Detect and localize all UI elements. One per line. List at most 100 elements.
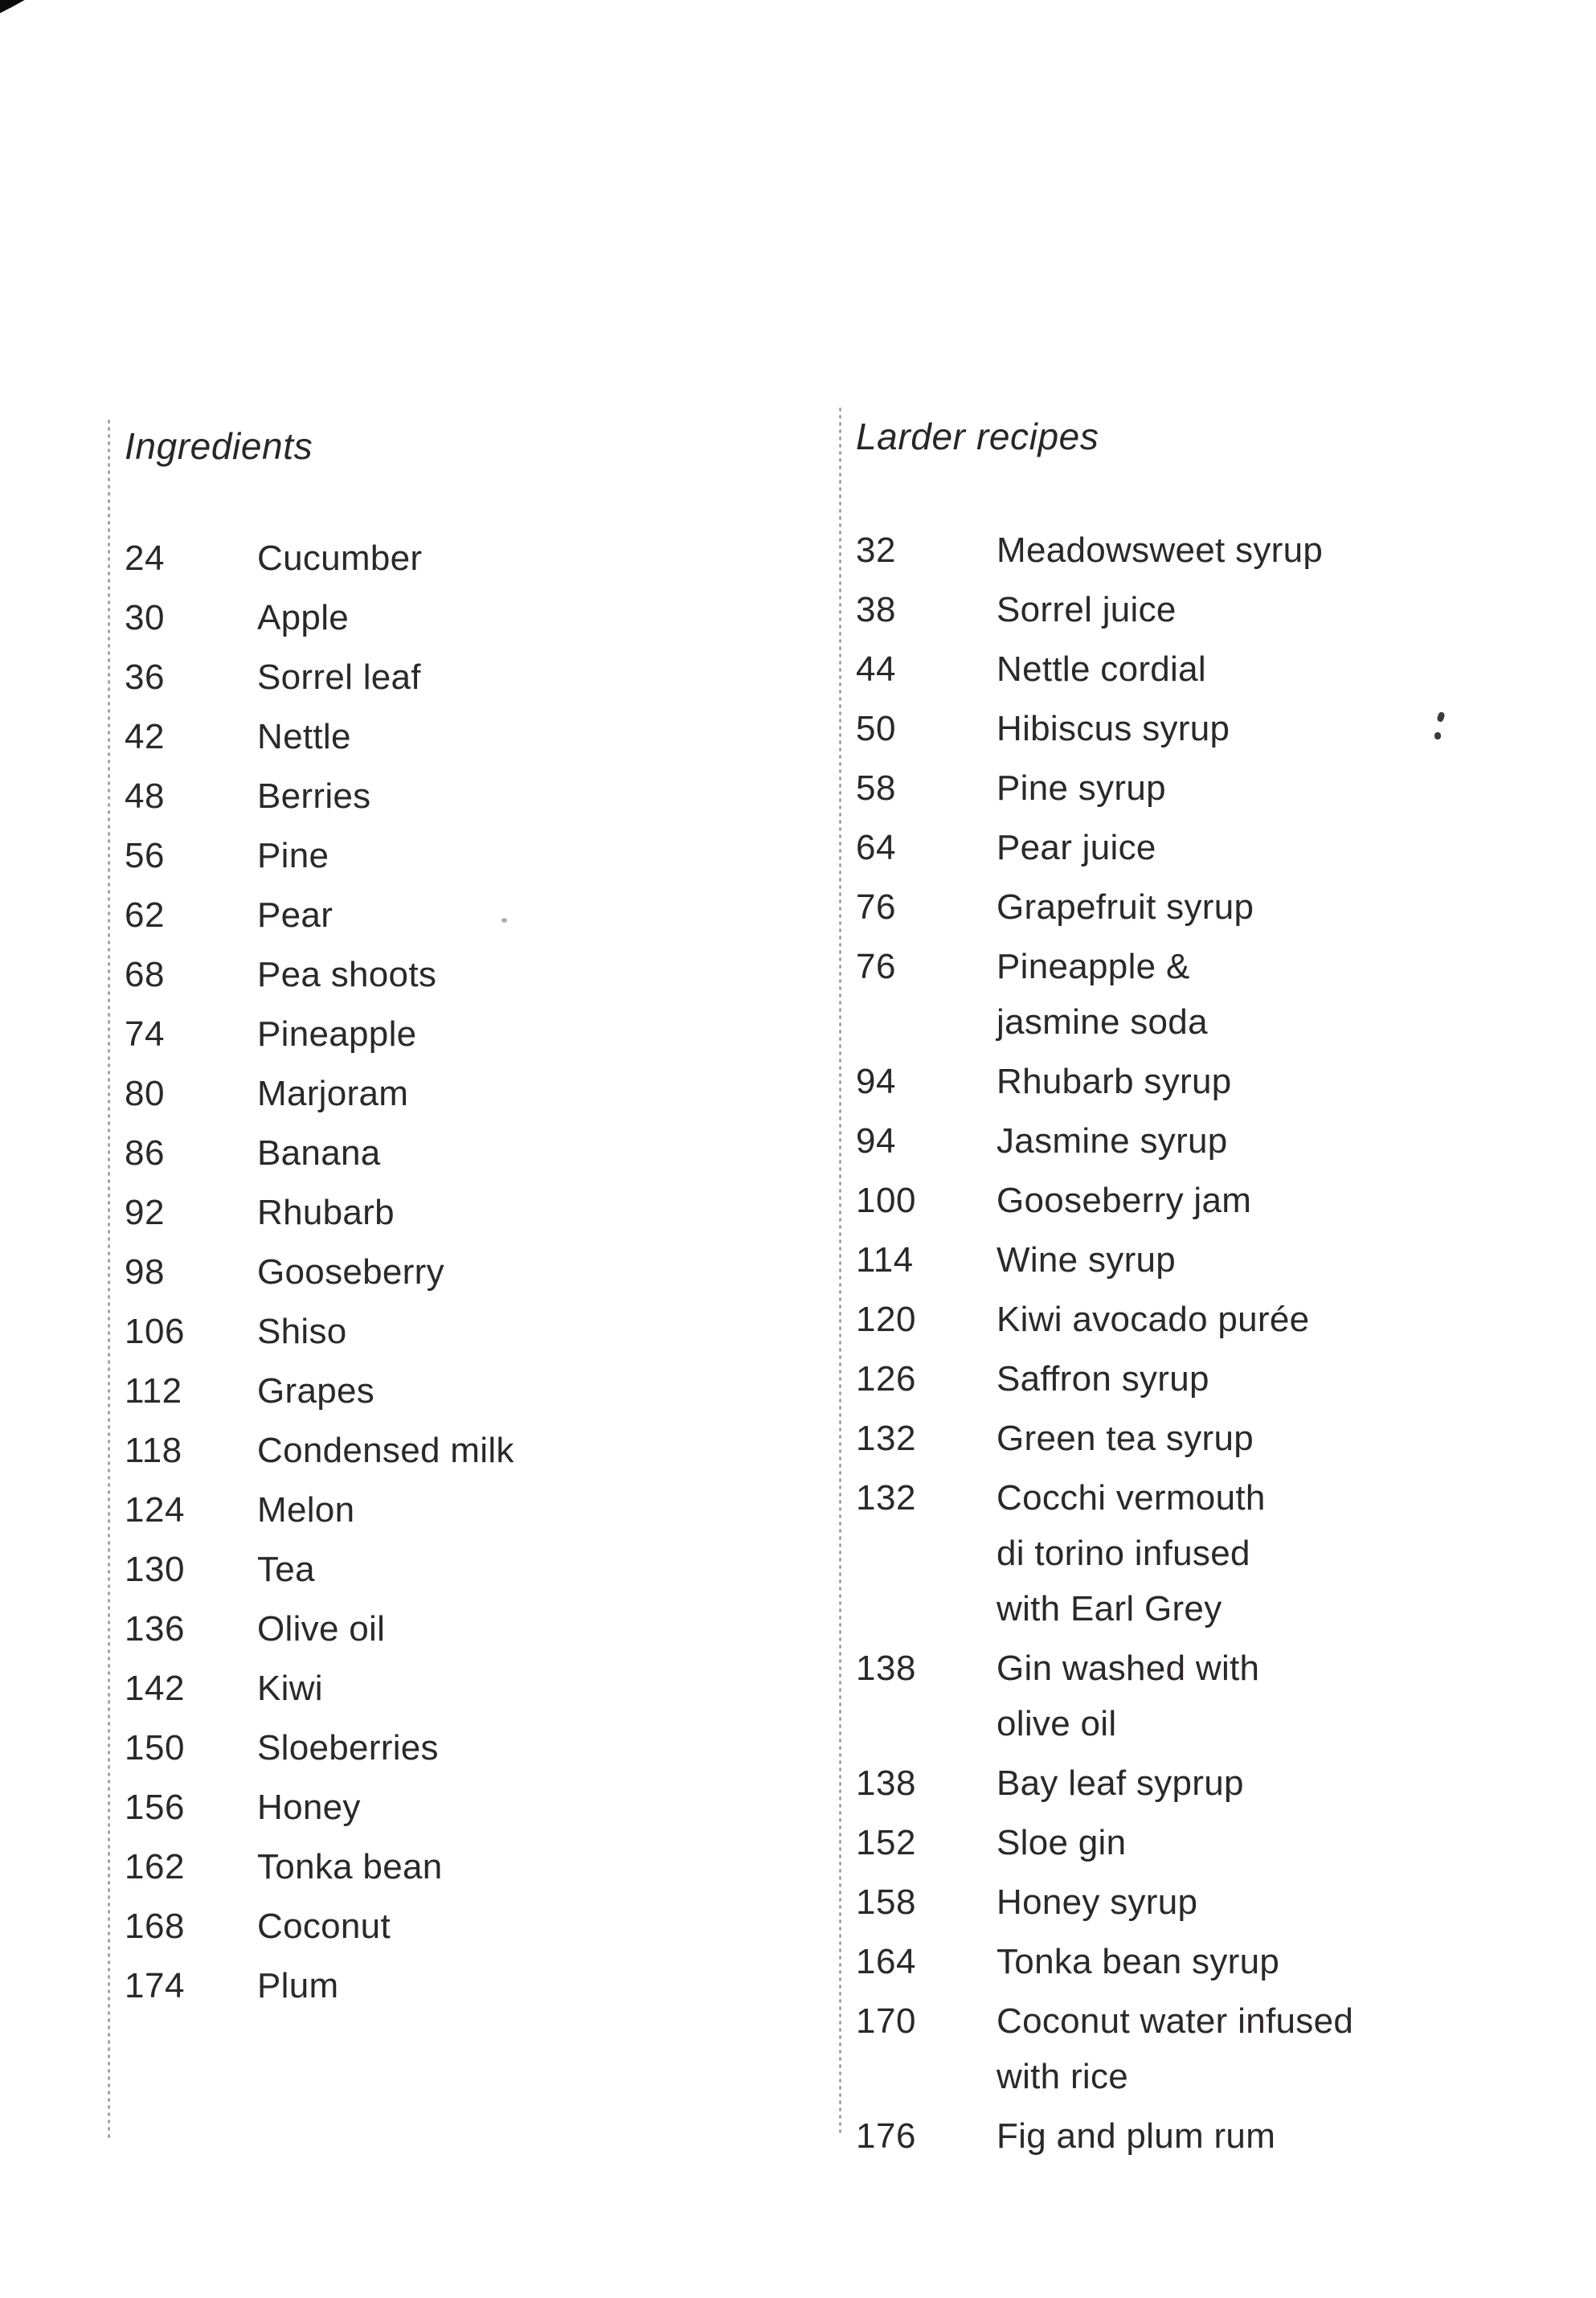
entry-list-ingredients: 24 Cucumber 30 Apple 36 Sorrel leaf 42 Nettle 48… [107, 530, 766, 2017]
entry-title-line: Pea shoots [257, 955, 437, 994]
entry-title-line: Pear juice [996, 828, 1156, 867]
contents-entry[interactable]: 64 Pear juice [838, 820, 1529, 875]
entry-title-line: Cucumber [257, 539, 423, 578]
entry-title: Meadowsweet syrup [996, 522, 1529, 578]
contents-entry[interactable]: 156 Honey [107, 1780, 766, 1835]
entry-title-line: Green tea syrup [996, 1419, 1254, 1458]
contents-entry[interactable]: 138 Gin washed with olive oil [838, 1641, 1529, 1751]
entry-page-number: 132 [856, 1478, 916, 1518]
entry-page-number: 124 [125, 1490, 185, 1530]
entry-title: Pineapple & jasmine soda [996, 939, 1529, 1050]
contents-entry[interactable]: 136 Olive oil [107, 1601, 766, 1657]
entry-title: Sloe gin [996, 1815, 1529, 1870]
contents-entry[interactable]: 94 Rhubarb syrup [838, 1054, 1529, 1109]
entry-title-line: Apple [257, 598, 350, 637]
contents-entry[interactable]: 56 Pine [107, 828, 766, 883]
contents-entry[interactable]: 112 Grapes [107, 1363, 766, 1419]
entry-title: Hibiscus syrup [996, 701, 1529, 756]
entry-title-line: Pineapple [257, 1014, 417, 1054]
contents-entry[interactable]: 80 Marjoram [107, 1066, 766, 1121]
entry-title-line: with rice [996, 2057, 1129, 2096]
contents-entry[interactable]: 170 Coconut water infused with rice [838, 1993, 1529, 2104]
contents-entry[interactable]: 164 Tonka bean syrup [838, 1934, 1529, 1989]
contents-entry[interactable]: 138 Bay leaf syprup [838, 1755, 1529, 1811]
entry-title-line: Marjoram [257, 1074, 409, 1113]
entry-page-number: 158 [856, 1882, 916, 1922]
contents-entry[interactable]: 158 Honey syrup [838, 1874, 1529, 1930]
contents-entry[interactable]: 74 Pineapple [107, 1006, 766, 1062]
contents-entry[interactable]: 62 Pear [107, 887, 766, 943]
contents-entry[interactable]: 92 Rhubarb [107, 1185, 766, 1240]
contents-entry[interactable]: 68 Pea shoots [107, 947, 766, 1002]
contents-entry[interactable]: 32 Meadowsweet syrup [838, 522, 1529, 578]
entry-page-number: 50 [856, 709, 896, 748]
entry-title: Grapefruit syrup [996, 879, 1529, 935]
entry-title-line: Shiso [257, 1312, 347, 1351]
contents-columns: Ingredients 24 Cucumber 30 Apple 36 Sorrel le… [0, 0, 1596, 2298]
contents-entry[interactable]: 174 Plum [107, 1958, 766, 2013]
entry-title: Olive oil [257, 1601, 766, 1657]
entry-title-line: Wine syrup [996, 1240, 1177, 1280]
entry-page-number: 92 [125, 1193, 165, 1232]
entry-title-line: Fig and plum rum [996, 2116, 1276, 2156]
entry-page-number: 68 [125, 955, 165, 994]
entry-title-line: Honey [257, 1788, 361, 1827]
contents-entry[interactable]: 50 Hibiscus syrup [838, 701, 1529, 756]
entry-page-number: 48 [125, 776, 165, 816]
contents-entry[interactable]: 118 Condensed milk [107, 1423, 766, 1478]
entry-title: Plum [257, 1958, 766, 2013]
entry-title-line: Nettle cordial [996, 649, 1206, 689]
entry-title: Grapes [257, 1363, 766, 1419]
entry-page-number: 136 [125, 1609, 185, 1649]
entry-title: Cucumber [257, 530, 766, 586]
contents-entry[interactable]: 86 Banana [107, 1125, 766, 1181]
contents-entry[interactable]: 120 Kiwi avocado purée [838, 1292, 1529, 1347]
contents-entry[interactable]: 58 Pine syrup [838, 760, 1529, 816]
entry-title: Cocchi vermouth di torino infused with Ear… [996, 1470, 1529, 1636]
entry-title-line: Jasmine syrup [996, 1121, 1228, 1161]
contents-entry[interactable]: 168 Coconut [107, 1899, 766, 1954]
entry-title-line: Gin washed with [996, 1649, 1260, 1688]
contents-entry[interactable]: 98 Gooseberry [107, 1244, 766, 1300]
contents-entry[interactable]: 124 Melon [107, 1482, 766, 1538]
contents-entry[interactable]: 100 Gooseberry jam [838, 1173, 1529, 1228]
contents-entry[interactable]: 152 Sloe gin [838, 1815, 1529, 1870]
entry-title-line: Cocchi vermouth [996, 1478, 1266, 1518]
entry-title: Nettle cordial [996, 641, 1529, 697]
contents-entry[interactable]: 94 Jasmine syrup [838, 1113, 1529, 1169]
entry-page-number: 76 [856, 947, 896, 986]
contents-entry[interactable]: 150 Sloeberries [107, 1720, 766, 1776]
entry-page-number: 80 [125, 1074, 165, 1113]
entry-title: Nettle [257, 709, 766, 764]
entry-list-larder-recipes: 32 Meadowsweet syrup 38 Sorrel juice 44 Nettl… [838, 522, 1529, 2168]
entry-title-line: Grapefruit syrup [996, 887, 1254, 927]
entry-page-number: 174 [125, 1966, 185, 2005]
contents-entry[interactable]: 176 Fig and plum rum [838, 2108, 1529, 2164]
contents-entry[interactable]: 114 Wine syrup [838, 1232, 1529, 1288]
contents-entry[interactable]: 132 Green tea syrup [838, 1411, 1529, 1466]
contents-entry[interactable]: 38 Sorrel juice [838, 582, 1529, 637]
contents-entry[interactable]: 30 Apple [107, 590, 766, 645]
contents-entry[interactable]: 76 Pineapple & jasmine soda [838, 939, 1529, 1050]
contents-entry[interactable]: 48 Berries [107, 768, 766, 824]
contents-entry[interactable]: 106 Shiso [107, 1304, 766, 1359]
entry-title: Banana [257, 1125, 766, 1181]
entry-page-number: 138 [856, 1763, 916, 1803]
contents-entry[interactable]: 130 Tea [107, 1542, 766, 1597]
contents-entry[interactable]: 44 Nettle cordial [838, 641, 1529, 697]
entry-page-number: 176 [856, 2116, 916, 2156]
contents-entry[interactable]: 76 Grapefruit syrup [838, 879, 1529, 935]
contents-entry[interactable]: 24 Cucumber [107, 530, 766, 586]
contents-entry[interactable]: 162 Tonka bean [107, 1839, 766, 1895]
entry-page-number: 138 [856, 1649, 916, 1688]
entry-title-line: Pine [257, 836, 329, 875]
contents-entry[interactable]: 42 Nettle [107, 709, 766, 764]
entry-title: Marjoram [257, 1066, 766, 1121]
contents-entry[interactable]: 142 Kiwi [107, 1661, 766, 1716]
contents-entry[interactable]: 126 Saffron syrup [838, 1351, 1529, 1407]
entry-title-line: Olive oil [257, 1609, 386, 1649]
entry-title-line: Plum [257, 1966, 339, 2005]
contents-entry[interactable]: 36 Sorrel leaf [107, 649, 766, 705]
contents-entry[interactable]: 132 Cocchi vermouth di torino infused with … [838, 1470, 1529, 1636]
entry-page-number: 44 [856, 649, 896, 689]
